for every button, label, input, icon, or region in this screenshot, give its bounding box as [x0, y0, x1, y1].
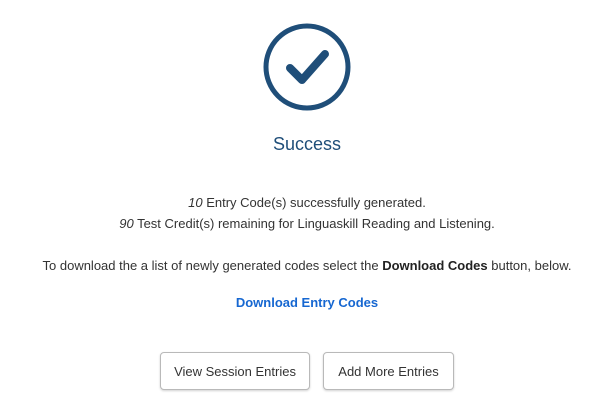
entry-codes-message: 10 Entry Code(s) successfully generated. [0, 195, 614, 210]
credit-text: Test Credit(s) remaining for Linguaskill… [133, 216, 495, 231]
download-button-reference: Download Codes [382, 258, 488, 273]
download-instructions: To download the a list of newly generate… [0, 258, 614, 273]
entry-count: 10 [188, 195, 203, 210]
download-suffix: button, below. [487, 258, 572, 273]
success-title: Success [272, 134, 342, 154]
download-prefix: To download the a list of newly generate… [42, 258, 383, 273]
add-more-entries-button[interactable]: Add More Entries [323, 352, 454, 390]
credit-count: 90 [119, 216, 134, 231]
check-circle-icon [263, 23, 351, 111]
download-entry-codes-link[interactable]: Download Entry Codes [0, 295, 614, 310]
entry-text: Entry Code(s) successfully generated. [202, 195, 426, 210]
credits-message: 90 Test Credit(s) remaining for Linguask… [0, 216, 614, 231]
view-session-entries-button[interactable]: View Session Entries [160, 352, 310, 390]
